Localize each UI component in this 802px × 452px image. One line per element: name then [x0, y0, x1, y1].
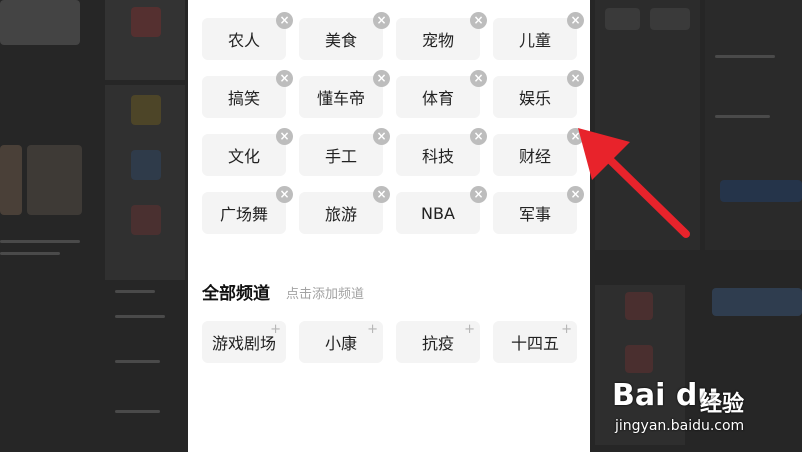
bg-app-icon: [131, 7, 161, 37]
channel-label: 农人: [227, 31, 260, 50]
my-channel-chip[interactable]: 农人 ×: [202, 12, 293, 60]
add-channel-icon[interactable]: +: [367, 323, 378, 337]
channel-label: 宠物: [421, 31, 454, 50]
baidu-watermark-text: 经验: [700, 392, 745, 417]
remove-channel-icon[interactable]: ×: [276, 70, 293, 87]
channel-label: 美食: [324, 31, 357, 50]
remove-channel-icon[interactable]: ×: [276, 128, 293, 145]
channel-label: 十四五: [510, 334, 559, 353]
channel-label: 游戏剧场: [211, 334, 276, 353]
remove-channel-icon[interactable]: ×: [470, 186, 487, 203]
channel-label: 搞笑: [227, 89, 260, 108]
red-arrow-annotation: [578, 128, 690, 238]
remove-channel-icon[interactable]: ×: [373, 12, 390, 29]
bg-text-line: [115, 360, 160, 363]
remove-channel-icon[interactable]: ×: [373, 186, 390, 203]
channel-label: 体育: [421, 89, 454, 108]
bg-app-icon: [131, 205, 161, 235]
add-channel-chip[interactable]: 十四五 +: [493, 321, 577, 363]
remove-channel-icon[interactable]: ×: [373, 128, 390, 145]
remove-channel-icon[interactable]: ×: [567, 12, 584, 29]
my-channel-chip[interactable]: 手工 ×: [299, 128, 390, 176]
baidu-watermark-url: jingyan.baidu.com: [615, 418, 745, 434]
channel-label: 财经: [518, 147, 551, 166]
my-channel-chip[interactable]: 旅游 ×: [299, 186, 390, 234]
bg-button: [605, 8, 640, 30]
my-channel-chip[interactable]: NBA ×: [396, 186, 487, 234]
remove-channel-icon[interactable]: ×: [470, 128, 487, 145]
add-channel-icon[interactable]: +: [270, 323, 281, 337]
remove-channel-icon[interactable]: ×: [470, 70, 487, 87]
bg-text-line: [115, 290, 155, 293]
add-channel-icon[interactable]: +: [561, 323, 572, 337]
remove-channel-icon[interactable]: ×: [276, 186, 293, 203]
channel-label: 儿童: [518, 31, 551, 50]
channel-label: 广场舞: [219, 205, 268, 224]
channel-label: 手工: [324, 147, 357, 166]
channel-label: NBA: [421, 203, 455, 223]
channel-label: 娱乐: [518, 89, 551, 108]
channel-label: 军事: [518, 205, 551, 224]
bg-panel: [705, 0, 802, 250]
bg-button: [650, 8, 690, 30]
bg-app-icon: [131, 95, 161, 125]
my-channel-chip[interactable]: 体育 ×: [396, 70, 487, 118]
my-channel-chip[interactable]: 文化 ×: [202, 128, 293, 176]
bg-thumbnail: [0, 0, 80, 45]
channel-editor-panel: 农人 × 美食 × 宠物 × 儿童 × 搞笑 × 懂车帝 × 体育 × 娱乐 × 文化 × 手工 × 科技 × 财经 × 广场舞…: [188, 0, 590, 452]
channel-label: 旅游: [324, 205, 357, 224]
bg-banner: [712, 288, 802, 316]
remove-channel-icon[interactable]: ×: [567, 70, 584, 87]
bg-text-line: [115, 410, 160, 413]
my-channel-chip[interactable]: 科技 ×: [396, 128, 487, 176]
add-channel-chip[interactable]: 小康 +: [299, 321, 383, 363]
channel-label: 抗疫: [421, 334, 454, 353]
bg-text-line: [115, 315, 165, 318]
add-channel-chip[interactable]: 抗疫 +: [396, 321, 480, 363]
add-channel-chip[interactable]: 游戏剧场 +: [202, 321, 286, 363]
all-channels-hint: 点击添加频道: [286, 287, 365, 302]
bg-app-icon: [625, 292, 653, 320]
bg-app-icon: [131, 150, 161, 180]
remove-channel-icon[interactable]: ×: [373, 70, 390, 87]
channel-label: 小康: [324, 334, 357, 353]
bg-text-line: [0, 240, 80, 243]
bg-text-line: [715, 115, 770, 118]
my-channel-chip[interactable]: 宠物 ×: [396, 12, 487, 60]
remove-channel-icon[interactable]: ×: [470, 12, 487, 29]
all-channels-title: 全部频道: [202, 284, 270, 304]
bg-thumbnail: [0, 145, 22, 215]
add-channel-icon[interactable]: +: [464, 323, 475, 337]
my-channel-chip[interactable]: 广场舞 ×: [202, 186, 293, 234]
bg-thumbnail: [27, 145, 82, 215]
bg-app-icon: [625, 345, 653, 373]
my-channel-chip[interactable]: 懂车帝 ×: [299, 70, 390, 118]
channel-label: 懂车帝: [316, 89, 365, 108]
my-channel-chip[interactable]: 搞笑 ×: [202, 70, 293, 118]
remove-channel-icon[interactable]: ×: [276, 12, 293, 29]
my-channel-chip[interactable]: 儿童 ×: [493, 12, 584, 60]
bg-button: [720, 180, 802, 202]
bg-text-line: [715, 55, 775, 58]
my-channel-chip[interactable]: 美食 ×: [299, 12, 390, 60]
channel-label: 文化: [227, 147, 260, 166]
bg-text-line: [0, 252, 60, 255]
channel-label: 科技: [421, 147, 454, 166]
